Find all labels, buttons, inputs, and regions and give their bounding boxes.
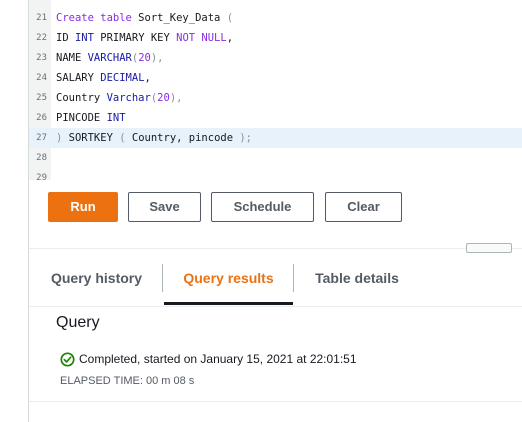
- code-token: INT: [106, 112, 126, 124]
- result-title: Query: [56, 314, 100, 331]
- line-number: 25: [36, 93, 47, 103]
- code-text: PINCODE INT: [56, 108, 126, 128]
- results-tabs: Query history Query results Table detail…: [29, 256, 522, 306]
- code-token: ,: [144, 72, 151, 84]
- code-text: ) SORTKEY ( Country, pincode );: [56, 128, 252, 148]
- panel-divider: [29, 248, 522, 249]
- code-token: PRIMARY KEY: [93, 32, 177, 44]
- code-token: (: [226, 12, 234, 24]
- code-token: Sort_Key_Data: [131, 12, 227, 24]
- code-token: );: [239, 132, 253, 144]
- save-button[interactable]: Save: [128, 192, 201, 222]
- code-token: 20: [157, 92, 170, 104]
- code-line[interactable]: 27 ) SORTKEY ( Country, pincode );: [29, 128, 522, 148]
- code-text: NAME VARCHAR(20),: [56, 48, 164, 68]
- code-token: INT: [74, 32, 94, 44]
- code-token: DECIMAL: [100, 72, 145, 84]
- tab-query-results[interactable]: Query results: [164, 256, 293, 305]
- check-circle-icon: [60, 351, 75, 367]
- code-line[interactable]: 22 ID INT PRIMARY KEY NOT NULL,: [29, 28, 522, 48]
- resize-handle[interactable]: [466, 243, 512, 253]
- tab-separator: [293, 264, 294, 292]
- code-token: ),: [169, 92, 183, 104]
- query-status: Completed, started on January 15, 2021 a…: [60, 351, 357, 367]
- code-line[interactable]: 29: [29, 168, 522, 180]
- code-line[interactable]: 24 SALARY DECIMAL,: [29, 68, 522, 88]
- code-line[interactable]: 26 PINCODE INT: [29, 108, 522, 128]
- elapsed-time: ELAPSED TIME: 00 m 08 s: [60, 375, 195, 387]
- code-token: Country: [56, 92, 107, 104]
- line-number: 24: [36, 73, 47, 83]
- line-number: 21: [36, 13, 47, 23]
- tabs-underline: [29, 306, 522, 307]
- status-text: Completed, started on January 15, 2021 a…: [79, 352, 357, 366]
- code-line[interactable]: 23 NAME VARCHAR(20),: [29, 48, 522, 68]
- code-line[interactable]: 21 Create table Sort_Key_Data (: [29, 8, 522, 28]
- line-number: 26: [36, 113, 47, 123]
- code-token: SORTKEY: [62, 132, 120, 144]
- code-text: SALARY DECIMAL,: [56, 68, 151, 88]
- line-number: 23: [36, 53, 47, 63]
- line-number: 27: [36, 133, 47, 143]
- code-token: Create table: [56, 12, 132, 24]
- code-text: Create table Sort_Key_Data (: [56, 8, 233, 28]
- line-number: 29: [36, 173, 47, 180]
- sql-editor[interactable]: 21 Create table Sort_Key_Data (22 ID INT P…: [29, 0, 522, 180]
- run-button[interactable]: Run: [48, 192, 118, 222]
- code-token: ),: [150, 52, 164, 64]
- code-token: ,: [226, 32, 234, 44]
- code-text: Country Varchar(20),: [56, 88, 182, 108]
- code-text: ID INT PRIMARY KEY NOT NULL,: [56, 28, 233, 48]
- code-token: NAME: [56, 52, 88, 64]
- tab-query-history[interactable]: Query history: [41, 256, 152, 302]
- code-token: NOT NULL: [176, 32, 227, 44]
- code-token: SALARY: [56, 72, 101, 84]
- line-number: 28: [36, 153, 47, 163]
- code-token: 20: [138, 52, 151, 64]
- tab-table-details[interactable]: Table details: [305, 256, 409, 302]
- code-token: Country, pincode: [125, 132, 240, 144]
- schedule-button[interactable]: Schedule: [211, 192, 314, 222]
- line-number: 22: [36, 33, 47, 43]
- code-line[interactable]: 28: [29, 148, 522, 168]
- code-token: ID: [56, 32, 75, 44]
- code-token: VARCHAR: [87, 52, 132, 64]
- code-token: PINCODE: [56, 112, 107, 124]
- code-token: Varchar: [106, 92, 151, 104]
- clear-button[interactable]: Clear: [325, 192, 402, 222]
- code-line[interactable]: 25 Country Varchar(20),: [29, 88, 522, 108]
- tab-separator: [162, 264, 163, 292]
- panel-bottom-border: [29, 401, 522, 402]
